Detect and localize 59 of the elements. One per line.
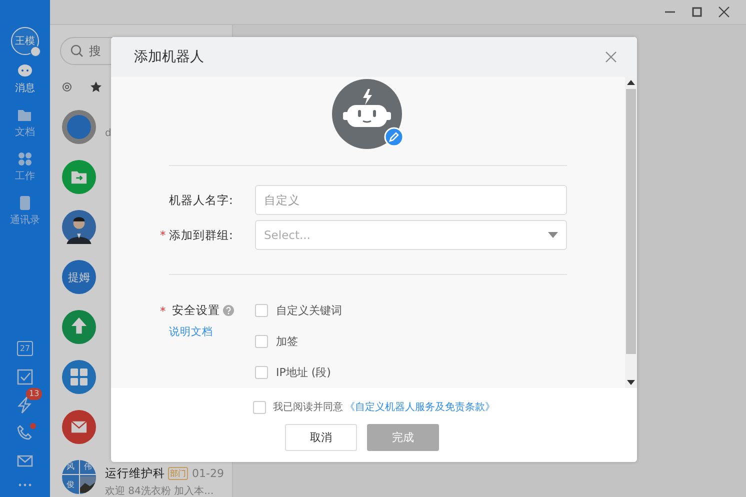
user-avatar[interactable]: 王模 <box>11 27 39 55</box>
nav-item[interactable]: 消息 <box>15 63 35 95</box>
field-label: 添加到群组: <box>169 228 233 242</box>
nav-item[interactable]: 通讯录 <box>10 195 40 227</box>
help-icon[interactable] <box>223 305 234 316</box>
caret-icon <box>548 232 558 238</box>
chat-preview: d <box>105 128 112 138</box>
upload-icon <box>62 310 96 344</box>
chat-icon <box>17 63 33 79</box>
option-label: IP地址 (段) <box>276 365 331 380</box>
apps-icon <box>17 151 33 167</box>
close-icon[interactable] <box>718 6 730 18</box>
scroll-down-icon[interactable] <box>627 380 635 385</box>
docs-link[interactable]: 说明文档 <box>169 325 255 339</box>
search-icon <box>70 44 84 58</box>
avatar: 提姆 <box>62 260 96 294</box>
scrollbar-thumb[interactable] <box>626 89 636 354</box>
option-label: 加签 <box>276 334 298 349</box>
checkbox[interactable] <box>253 400 266 414</box>
folder-icon <box>62 160 96 194</box>
chat-preview: 欢迎 84洗衣粉 加入本... <box>105 484 215 497</box>
edit-icon[interactable] <box>384 127 404 147</box>
option-label: 自定义关键词 <box>276 303 342 318</box>
checkbox[interactable] <box>255 335 268 348</box>
chat-name: 运行维护科 <box>105 466 165 480</box>
dialog-title: 添加机器人 <box>134 48 204 66</box>
star-icon[interactable] <box>90 81 102 93</box>
required-mark: * <box>160 228 167 242</box>
maximize-icon[interactable] <box>691 6 703 18</box>
chat-tag: 部门 <box>168 466 188 480</box>
nav-item[interactable]: 文档 <box>15 107 35 139</box>
checkbox[interactable] <box>255 304 268 317</box>
notification-badge: 13 <box>26 388 42 400</box>
task-icon[interactable] <box>16 368 34 386</box>
nav-item[interactable]: 工作 <box>15 151 35 183</box>
apps-icon <box>62 360 96 394</box>
field-label: 安全设置 <box>172 303 220 318</box>
agreement-text: 我已阅读并同意 <box>273 400 343 414</box>
calendar-icon[interactable]: 27 <box>17 341 33 356</box>
phone-icon[interactable] <box>16 424 34 442</box>
chat-time: 01-29 <box>192 466 224 480</box>
field-label: 机器人名字: <box>169 192 233 208</box>
avatar-icon <box>62 110 96 144</box>
scroll-up-icon[interactable] <box>627 80 635 85</box>
required-mark: * <box>160 304 167 318</box>
name-field[interactable]: 自定义 <box>255 185 567 215</box>
checkbox[interactable] <box>255 366 268 379</box>
avatar-letter: 俊 <box>62 474 78 494</box>
robot-avatar-icon[interactable] <box>332 79 404 151</box>
close-icon[interactable] <box>605 51 617 63</box>
terms-link[interactable]: 《自定义机器人服务及免责条款》 <box>345 400 495 414</box>
more-icon[interactable] <box>17 482 33 488</box>
group-select[interactable]: Select... <box>255 220 567 250</box>
mail-icon <box>62 410 96 444</box>
mention-icon[interactable] <box>62 82 72 92</box>
folder-icon <box>17 107 33 123</box>
cancel-button[interactable]: 取消 <box>285 424 357 451</box>
avatar-letter: 风 <box>62 460 78 474</box>
lightning-icon[interactable] <box>16 396 34 414</box>
